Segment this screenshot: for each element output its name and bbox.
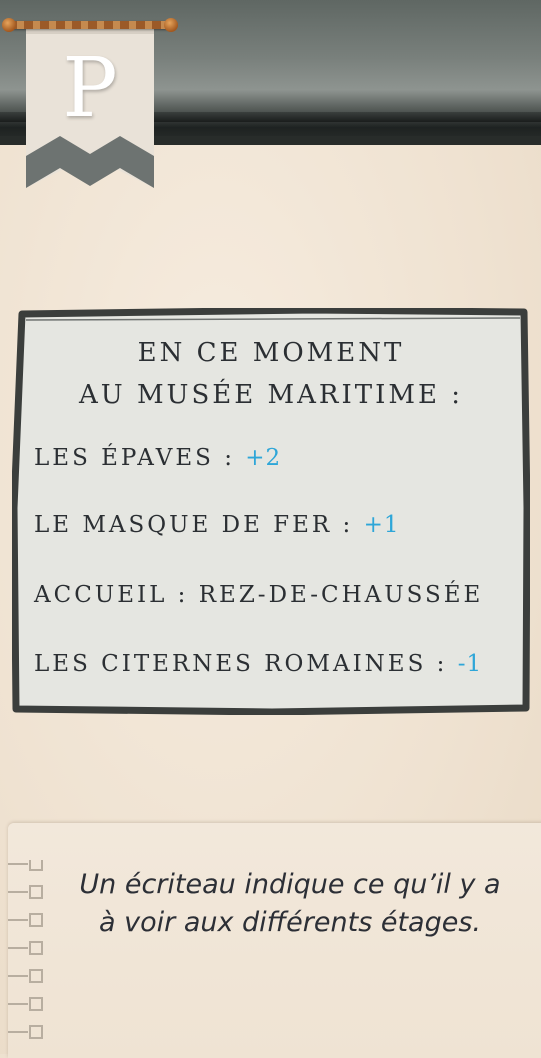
sign-row-label: Accueil : rez-de-chaussée	[34, 582, 484, 608]
museum-sign: En ce moment au musée maritime : Les épa…	[12, 308, 530, 715]
rod-knob-right	[164, 18, 178, 32]
narration-line2: à voir aux différents étages.	[99, 907, 481, 938]
sign-row-label: Les citernes romaines :	[34, 651, 448, 677]
sign-heading-line2: au musée maritime :	[78, 380, 463, 410]
narration-text: Un écriteau indique ce qu’il y a à voir …	[40, 866, 540, 942]
banner-letter: P	[62, 41, 118, 136]
sign-heading-line1: En ce moment	[137, 338, 405, 368]
sign-row-epaves: Les épaves : +2	[34, 445, 281, 471]
floor-badge: +1	[363, 512, 400, 538]
floor-badge: +2	[245, 445, 282, 471]
sign-row-masque: Le masque de fer : +1	[34, 512, 400, 538]
sign-row-citernes: Les citernes romaines : -1	[34, 651, 482, 677]
sign-row-label: Le masque de fer :	[34, 512, 354, 538]
rod-knob-left	[2, 18, 16, 32]
sign-row-accueil: Accueil : rez-de-chaussée	[34, 582, 483, 608]
sign-row-label: Les épaves :	[34, 445, 235, 471]
floor-badge: -1	[457, 651, 483, 677]
narration-line1: Un écriteau indique ce qu’il y a	[79, 869, 501, 900]
curtain-rod-icon	[2, 18, 178, 32]
